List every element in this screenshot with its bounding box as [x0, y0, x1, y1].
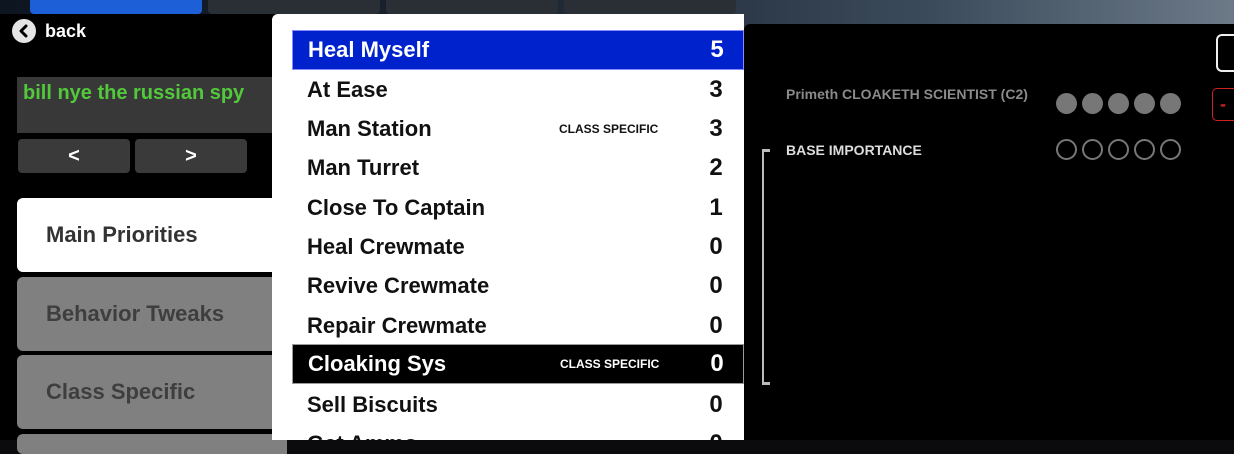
priority-value: 2	[709, 154, 723, 181]
top-tab-3[interactable]	[386, 0, 558, 14]
priority-row-close-to-captain[interactable]: Close To Captain 1	[292, 188, 744, 228]
top-tab-2[interactable]	[208, 0, 380, 14]
priority-label: Man Turret	[307, 155, 420, 180]
priority-label: Man Station	[307, 116, 432, 141]
tab-label: Main Priorities	[46, 222, 198, 247]
priority-row-heal-crewmate[interactable]: Heal Crewmate 0	[292, 227, 744, 267]
close-button[interactable]	[1216, 34, 1234, 72]
priority-row-man-turret[interactable]: Man Turret 2	[292, 148, 744, 188]
class-specific-tag: CLASS SPECIFIC	[560, 357, 660, 371]
priority-row-cloaking-sys[interactable]: Cloaking Sys CLASS SPECIFIC 0	[292, 344, 744, 384]
rating-dot[interactable]	[1160, 93, 1181, 114]
priority-row-revive-crewmate[interactable]: Revive Crewmate 0	[292, 266, 744, 306]
priority-value: 0	[709, 272, 723, 299]
priority-label: Close To Captain	[307, 195, 486, 220]
base-importance-rating[interactable]	[1056, 139, 1186, 160]
tab-behavior-tweaks[interactable]: Behavior Tweaks	[17, 277, 287, 351]
priority-value: 0	[709, 312, 723, 339]
top-tab-4[interactable]	[564, 0, 736, 14]
priority-row-get-ammo[interactable]: Get Ammo 0	[292, 424, 744, 440]
tab-main-priorities[interactable]: Main Priorities	[17, 198, 287, 272]
top-tab-strip	[0, 0, 1234, 14]
decrease-button[interactable]: -	[1212, 88, 1234, 121]
priority-label: Get Ammo	[292, 431, 744, 440]
priority-value: 3	[709, 76, 723, 103]
priority-label: Heal Myself	[308, 37, 430, 62]
priority-label: At Ease	[307, 77, 388, 102]
priority-row-at-ease[interactable]: At Ease 3	[292, 70, 744, 110]
rating-dot[interactable]	[1082, 93, 1103, 114]
priority-value: 3	[709, 115, 723, 142]
rating-dot[interactable]	[1056, 139, 1077, 160]
top-tab-active[interactable]	[30, 0, 202, 14]
rating-dot[interactable]	[1082, 139, 1103, 160]
priority-label: Sell Biscuits	[307, 392, 438, 417]
rating-dot[interactable]	[1108, 93, 1129, 114]
back-button[interactable]: back	[12, 19, 86, 43]
class-specific-tag: CLASS SPECIFIC	[559, 122, 659, 136]
rating-dot[interactable]	[1056, 93, 1077, 114]
tab-label: Behavior Tweaks	[46, 301, 225, 326]
tab-next[interactable]	[17, 434, 287, 454]
priority-value: 5	[710, 36, 724, 63]
priority-value: 0	[709, 391, 723, 418]
tab-class-specific[interactable]: Class Specific	[17, 355, 287, 429]
rating-dot[interactable]	[1134, 93, 1155, 114]
priority-row-man-station[interactable]: Man Station CLASS SPECIFIC 3	[292, 109, 744, 149]
priority-value: 0	[710, 350, 724, 377]
rating-dot[interactable]	[1134, 139, 1155, 160]
priority-row-repair-crewmate[interactable]: Repair Crewmate 0	[292, 306, 744, 346]
priority-list-panel: Heal Myself 5 At Ease 3 Man Station CLAS…	[272, 14, 744, 440]
back-arrow-icon	[12, 19, 36, 43]
priority-value: 0	[701, 430, 731, 440]
priority-row-sell-biscuits[interactable]: Sell Biscuits 0	[292, 385, 744, 425]
priority-label: Repair Crewmate	[307, 313, 487, 338]
priority-label: Revive Crewmate	[307, 273, 490, 298]
priority-value: 1	[709, 194, 723, 221]
rating-dot[interactable]	[1108, 139, 1129, 160]
crew-name: bill nye the russian spy	[17, 77, 279, 133]
priority-value: 0	[709, 233, 723, 260]
rating-dot[interactable]	[1160, 139, 1181, 160]
priority-label: Cloaking Sys	[308, 351, 447, 376]
priority-row-heal-myself[interactable]: Heal Myself 5	[292, 30, 744, 70]
back-label: back	[45, 20, 87, 41]
base-importance-label: BASE IMPORTANCE	[786, 142, 922, 158]
tab-label: Class Specific	[46, 379, 196, 404]
species-rating	[1056, 93, 1186, 114]
priority-label: Heal Crewmate	[307, 234, 465, 259]
next-crew-button[interactable]: >	[135, 139, 247, 173]
species-label: Primeth CLOAKETH SCIENTIST (C2)	[786, 86, 1028, 102]
prev-crew-button[interactable]: <	[18, 139, 130, 173]
selection-bracket	[762, 149, 770, 385]
